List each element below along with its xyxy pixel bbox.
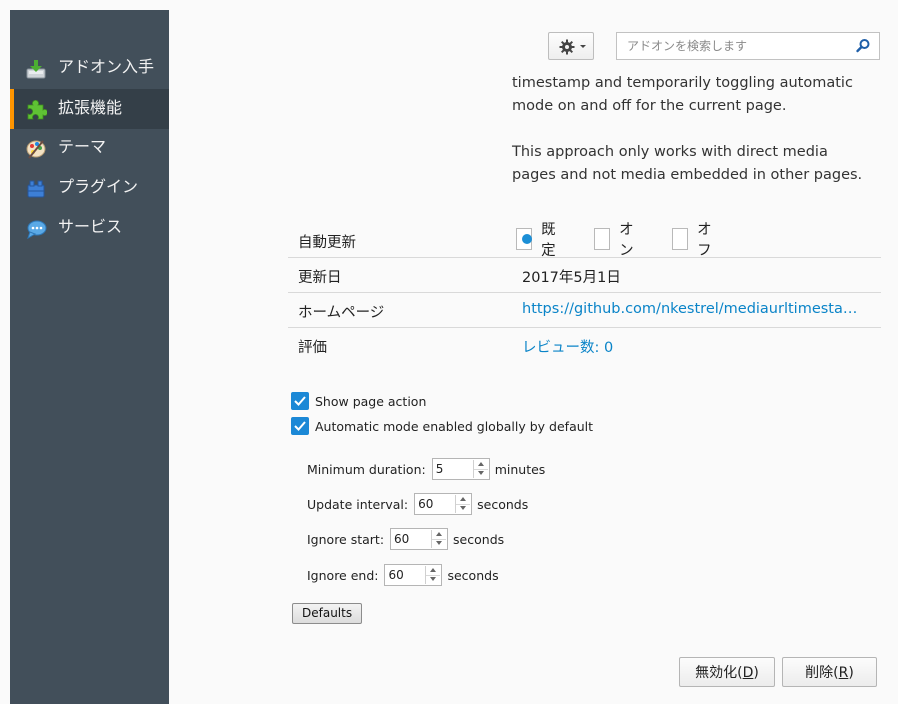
auto-mode-label: Automatic mode enabled globally by defau… — [315, 418, 594, 434]
radio-label: オフ — [697, 222, 712, 259]
update-interval-label: Update interval: — [307, 496, 409, 512]
auto-update-row: 自動更新 既定 オン オフ — [288, 222, 881, 259]
stepper-down-icon[interactable] — [456, 504, 470, 513]
radio-on[interactable] — [594, 228, 611, 250]
stepper-down-icon[interactable] — [474, 469, 488, 478]
ignore-start-label: Ignore start: — [307, 531, 385, 547]
ignore-start-unit: seconds — [453, 531, 505, 547]
sidebar-item-themes[interactable]: テーマ — [10, 128, 169, 168]
sidebar-item-label: プラグイン — [58, 177, 139, 196]
disable-accesskey: D — [742, 665, 754, 681]
sidebar-item-extensions[interactable]: 拡張機能 — [10, 89, 169, 129]
review-count-link[interactable]: レビュー数: 0 — [522, 336, 613, 357]
update-interval-row: Update interval: seconds — [307, 493, 528, 515]
auto-update-label: 自動更新 — [298, 235, 356, 251]
checkbox-checked[interactable] — [291, 417, 309, 435]
radio-label: 既定 — [541, 222, 556, 259]
description-paragraph: This approach only works with direct med… — [512, 144, 863, 183]
tools-menu-button[interactable] — [548, 32, 594, 60]
sidebar: アドオン入手 拡張機能 テーマ プラグイン サービス — [10, 10, 169, 704]
description-paragraph: timestamp and temporarily toggling autom… — [512, 75, 853, 114]
update-interval-input[interactable] — [415, 494, 459, 514]
updated-label: 更新日 — [298, 270, 342, 286]
auto-update-default-option[interactable]: 既定 — [516, 222, 562, 259]
update-interval-stepper[interactable] — [414, 493, 473, 515]
get-addons-icon — [25, 58, 47, 80]
homepage-row: ホームページ https://github.com/nkestrel/media… — [288, 292, 881, 328]
sidebar-item-label: 拡張機能 — [58, 98, 123, 117]
update-interval-unit: seconds — [477, 496, 529, 512]
sidebar-item-get-addons[interactable]: アドオン入手 — [10, 48, 169, 88]
show-page-action-label: Show page action — [315, 393, 427, 409]
checkbox-checked[interactable] — [291, 392, 309, 410]
ignore-start-stepper[interactable] — [390, 528, 449, 550]
remove-accesskey: R — [838, 665, 849, 681]
ignore-end-unit: seconds — [447, 567, 499, 583]
sidebar-item-plugins[interactable]: プラグイン — [10, 168, 169, 208]
ignore-end-label: Ignore end: — [307, 567, 379, 583]
ignore-start-input[interactable] — [391, 529, 435, 549]
updated-row: 更新日 2017年5月1日 — [288, 257, 881, 293]
gear-icon — [559, 39, 575, 58]
defaults-button[interactable]: Defaults — [292, 603, 363, 624]
stepper-buttons — [472, 460, 488, 478]
puzzle-piece-icon — [25, 99, 48, 121]
stepper-down-icon[interactable] — [426, 575, 440, 584]
min-duration-stepper[interactable] — [431, 458, 490, 480]
min-duration-input[interactable] — [432, 459, 476, 479]
min-duration-label: Minimum duration: — [307, 461, 426, 477]
auto-update-off-option[interactable]: オフ — [672, 222, 718, 259]
stepper-buttons — [455, 495, 471, 513]
ignore-end-stepper[interactable] — [384, 564, 443, 586]
disable-button-label: 無効化 — [695, 665, 738, 681]
palette-icon — [25, 138, 47, 160]
updated-value: 2017年5月1日 — [522, 270, 621, 286]
stepper-buttons — [431, 530, 447, 548]
chat-bubble-icon — [25, 218, 47, 240]
remove-button-label: 削除 — [805, 665, 834, 681]
sidebar-item-label: サービス — [58, 217, 123, 236]
ignore-end-row: Ignore end: seconds — [307, 564, 499, 586]
chevron-down-icon — [580, 45, 586, 48]
stepper-down-icon[interactable] — [432, 539, 446, 548]
search-icon[interactable] — [855, 38, 871, 54]
show-page-action-checkbox[interactable]: Show page action — [291, 391, 426, 411]
plugin-brick-icon — [25, 178, 47, 200]
radio-default[interactable] — [516, 228, 533, 250]
search-field[interactable] — [616, 32, 880, 60]
homepage-label: ホームページ — [298, 305, 385, 321]
stepper-buttons — [425, 566, 441, 584]
sidebar-item-services[interactable]: サービス — [10, 208, 169, 248]
rating-label: 評価 — [298, 340, 327, 356]
sidebar-item-label: テーマ — [58, 137, 107, 156]
radio-label: オン — [619, 222, 634, 259]
homepage-link[interactable]: https://github.com/nkestrel/mediaurltime… — [522, 301, 857, 317]
search-input[interactable] — [617, 33, 855, 59]
radio-off[interactable] — [672, 228, 689, 250]
auto-update-on-option[interactable]: オン — [594, 222, 640, 259]
remove-button[interactable]: 削除(R) — [782, 657, 877, 687]
min-duration-unit: minutes — [494, 461, 546, 477]
ignore-start-row: Ignore start: seconds — [307, 528, 504, 550]
disable-button[interactable]: 無効化(D) — [679, 657, 775, 687]
sidebar-item-label: アドオン入手 — [58, 57, 155, 76]
min-duration-row: Minimum duration: minutes — [307, 458, 545, 480]
auto-mode-checkbox[interactable]: Automatic mode enabled globally by defau… — [291, 416, 593, 436]
ignore-end-input[interactable] — [385, 565, 429, 585]
rating-row: 評価 レビュー数: 0 — [288, 327, 881, 362]
